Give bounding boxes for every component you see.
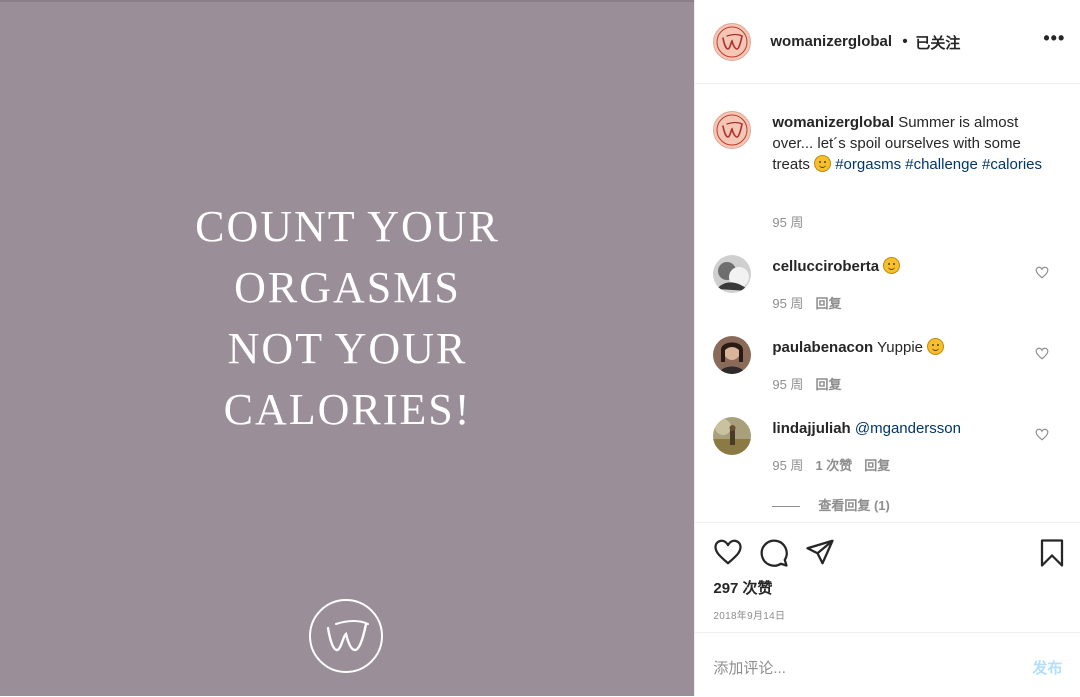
caption-text: womanizerglobal Summer is almost over...…: [772, 112, 1057, 175]
quote-line: NOT YOUR: [227, 324, 468, 373]
comments-list[interactable]: womanizerglobal Summer is almost over...…: [695, 84, 1080, 522]
reply-button[interactable]: 回复: [815, 377, 841, 392]
avatar-photo: [713, 255, 752, 293]
quote-text: COUNT YOUR ORGASMS NOT YOUR CALORIES!: [0, 196, 694, 440]
share-paper-plane-icon[interactable]: [805, 538, 835, 566]
header-separator: •: [902, 33, 908, 50]
comment-likes[interactable]: 1 次赞: [815, 458, 852, 473]
add-comment-input[interactable]: 添加评论...: [713, 657, 786, 678]
caption-time[interactable]: 95 周: [772, 212, 803, 231]
reply-button[interactable]: 回复: [815, 296, 841, 311]
smiling-face-icon: [814, 155, 832, 172]
post-sidebar: womanizerglobal • 已关注 ••• womanizergloba…: [694, 0, 1080, 696]
comment-username[interactable]: paulabenacon: [772, 339, 873, 356]
womanizer-w-logo-icon: [309, 599, 383, 673]
reply-button[interactable]: 回复: [864, 458, 890, 473]
caption-username[interactable]: womanizerglobal: [772, 114, 894, 131]
view-replies-button[interactable]: 查看回复 (1): [772, 495, 890, 514]
comment-meta: 95 周回复: [772, 293, 841, 312]
commenter-avatar[interactable]: [713, 336, 752, 374]
comment-time[interactable]: 95 周: [772, 458, 803, 473]
comment-username[interactable]: lindajjuliah: [772, 420, 850, 437]
brand-avatar[interactable]: [713, 23, 752, 61]
quote-line: COUNT YOUR: [195, 202, 500, 251]
like-comment-heart-icon[interactable]: [1035, 347, 1049, 360]
avatar-photo: [713, 336, 752, 374]
comment-text: cellucciroberta: [772, 256, 901, 277]
brand-avatar[interactable]: [713, 111, 752, 149]
header-username[interactable]: womanizerglobal: [770, 33, 892, 50]
add-comment-bar: 添加评论... 发布: [695, 632, 1080, 697]
comment-text: paulabenacon Yuppie: [772, 337, 945, 358]
replies-divider: [772, 506, 801, 508]
view-replies-label: 查看回复 (1): [818, 498, 890, 513]
comment-time[interactable]: 95 周: [772, 377, 803, 392]
smiling-face-icon: [927, 338, 945, 355]
post-comment-button[interactable]: 发布: [1032, 657, 1062, 678]
womanizer-w-logo-icon: [716, 114, 748, 146]
comment-bubble-icon[interactable]: [759, 538, 789, 568]
comment-meta: 95 周回复: [772, 374, 841, 393]
avatar-photo: [713, 417, 752, 455]
likes-count[interactable]: 297 次赞: [713, 577, 772, 598]
mention-link[interactable]: @mgandersson: [855, 420, 961, 437]
smiling-face-icon: [883, 257, 901, 274]
post-header: womanizerglobal • 已关注 •••: [695, 0, 1080, 84]
womanizer-w-logo-icon: [716, 26, 748, 58]
comment-text: lindajjuliah @mgandersson: [772, 418, 961, 439]
more-options-button[interactable]: •••: [1043, 28, 1065, 49]
image-top-edge: [0, 0, 695, 2]
commenter-avatar[interactable]: [713, 417, 752, 455]
hashtag-link[interactable]: #challenge: [905, 156, 978, 173]
hashtag-link[interactable]: #calories: [982, 156, 1042, 173]
like-comment-heart-icon[interactable]: [1035, 428, 1049, 441]
hashtag-link[interactable]: #orgasms: [835, 156, 901, 173]
comment-username[interactable]: cellucciroberta: [772, 258, 879, 275]
comment-time[interactable]: 95 周: [772, 296, 803, 311]
post-image[interactable]: COUNT YOUR ORGASMS NOT YOUR CALORIES!: [0, 0, 695, 696]
post-date[interactable]: 2018年9月14日: [713, 607, 785, 622]
commenter-avatar[interactable]: [713, 255, 752, 293]
like-comment-heart-icon[interactable]: [1035, 266, 1049, 279]
bookmark-icon[interactable]: [1039, 538, 1065, 568]
instagram-post: COUNT YOUR ORGASMS NOT YOUR CALORIES! wo…: [0, 0, 1080, 696]
quote-line: CALORIES!: [223, 385, 472, 434]
post-actions: 297 次赞 2018年9月14日: [695, 522, 1080, 633]
quote-line: ORGASMS: [234, 263, 461, 312]
comment-body: Yuppie: [877, 339, 924, 356]
like-heart-icon[interactable]: [713, 538, 743, 566]
follow-status-button[interactable]: 已关注: [915, 32, 960, 53]
comment-meta: 95 周 1 次赞 回复: [772, 455, 890, 474]
